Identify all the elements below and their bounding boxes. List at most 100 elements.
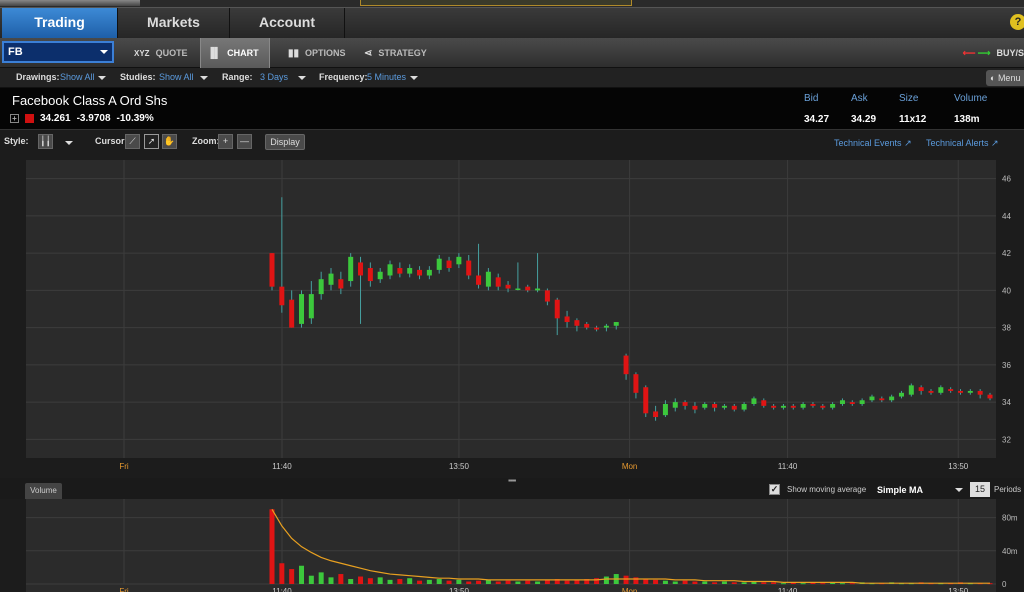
- volume-bar: [446, 580, 452, 584]
- symbol-select[interactable]: FB: [2, 41, 114, 63]
- candle-body: [741, 403, 747, 410]
- candle-body: [387, 264, 393, 276]
- tab-trading[interactable]: Trading: [2, 8, 118, 38]
- volume-bar: [417, 580, 423, 584]
- cursor-label: Cursor:: [95, 136, 128, 146]
- tab-options[interactable]: ▮▮ OPTIONS: [282, 38, 352, 68]
- volume-tab[interactable]: Volume: [25, 483, 62, 499]
- volume-bar: [564, 580, 570, 584]
- volume-bar: [603, 576, 609, 584]
- range-label: Range:: [222, 72, 253, 82]
- help-icon[interactable]: ?: [1010, 14, 1024, 30]
- candle-body: [662, 403, 668, 416]
- candle-body: [751, 398, 757, 404]
- ask-header: Ask: [851, 93, 868, 104]
- display-button[interactable]: Display: [265, 134, 305, 150]
- volume-bar: [426, 579, 432, 584]
- candle-body: [948, 389, 954, 391]
- drawings-label: Drawings:: [16, 72, 60, 82]
- y-tick-label: 38: [1002, 324, 1011, 333]
- zoom-in-button[interactable]: +: [218, 134, 233, 149]
- volume-x-tick-label: 11:40: [272, 587, 292, 592]
- plot-area: [26, 160, 996, 458]
- candle-body: [771, 405, 777, 408]
- menu-button[interactable]: ◐ Menu: [986, 70, 1024, 86]
- candle-body: [476, 275, 482, 285]
- tab-markets[interactable]: Markets: [118, 8, 230, 38]
- tab-strategy-label: STRATEGY: [378, 48, 427, 58]
- technical-events-label: Technical Events: [834, 138, 902, 148]
- volume-bar: [702, 581, 708, 584]
- volume-bar: [367, 578, 373, 584]
- tab-account[interactable]: Account: [230, 8, 345, 38]
- external-link-icon: ↗: [991, 138, 999, 148]
- volume-y-tick-label: 0: [1002, 580, 1007, 589]
- candle-body: [849, 402, 855, 404]
- expand-icon[interactable]: +: [10, 113, 19, 123]
- studies-dropdown[interactable]: Show All: [159, 72, 194, 82]
- drawings-dropdown[interactable]: Show All: [60, 72, 95, 82]
- zoom-out-button[interactable]: —: [237, 134, 252, 149]
- volume-bar: [839, 583, 845, 585]
- volume-bar: [721, 581, 727, 584]
- range-chevron-icon[interactable]: [298, 76, 306, 80]
- candle-body: [417, 269, 423, 276]
- drawings-chevron-icon[interactable]: [98, 76, 106, 80]
- candle-body: [358, 262, 364, 276]
- volume-bar: [318, 572, 324, 584]
- candle-body: [348, 256, 354, 282]
- buy-sell-button[interactable]: ⟵ ⟶ BUY/S: [963, 38, 1024, 68]
- security-name: Facebook Class A Ord Shs: [12, 93, 168, 108]
- volume-bar: [485, 579, 491, 584]
- volume-bar: [741, 582, 747, 584]
- volume-chart[interactable]: 80m 40m 0 Fri 11:40 13:50 Mon 11:40 13:50: [0, 499, 1024, 592]
- candle-body: [918, 387, 924, 391]
- volume-bar: [348, 579, 354, 584]
- tab-strategy[interactable]: ⋖ STRATEGY: [358, 38, 438, 68]
- candle-body: [712, 403, 718, 408]
- volume-bar: [820, 583, 826, 585]
- volume-plot-area: [26, 499, 996, 592]
- style-chevron-icon[interactable]: [65, 141, 73, 145]
- volume-bar: [849, 583, 855, 585]
- sub-toolbar: FB XYZ QUOTE ▐▌ CHART ▮▮ OPTIONS ⋖ STRATEGY …: [0, 38, 1024, 68]
- candle-body: [279, 286, 285, 306]
- technical-events-link[interactable]: Technical Events ↗: [834, 138, 912, 149]
- frequency-chevron-icon[interactable]: [410, 76, 418, 80]
- candle-body: [525, 286, 531, 291]
- tab-quote[interactable]: XYZ QUOTE: [128, 38, 194, 68]
- draw-line-icon[interactable]: ⟋: [125, 134, 140, 149]
- frequency-dropdown[interactable]: 5 Minutes: [367, 72, 406, 82]
- studies-chevron-icon[interactable]: [200, 76, 208, 80]
- hand-icon[interactable]: ✋: [162, 134, 177, 149]
- range-dropdown[interactable]: 3 Days: [260, 72, 288, 82]
- candle-body: [554, 299, 560, 319]
- volume-bar: [338, 574, 344, 584]
- candle-body: [377, 271, 383, 280]
- ma-type-chevron-icon[interactable]: [955, 488, 963, 492]
- pointer-icon[interactable]: ➚: [144, 134, 159, 149]
- volume-panel-header: Volume ✓ Show moving average Simple MA 1…: [0, 481, 1024, 499]
- candle-body: [574, 320, 580, 326]
- candle-body: [584, 323, 590, 328]
- ma-period-input[interactable]: 15: [970, 482, 990, 497]
- quote-header: Facebook Class A Ord Shs +34.261 -3.9708-…: [0, 88, 1024, 130]
- volume-bar: [761, 582, 767, 584]
- candle-body: [515, 288, 521, 291]
- arrow-left-icon: ⟵: [962, 48, 976, 58]
- studies-label: Studies:: [120, 72, 156, 82]
- x-tick-label: 11:40: [778, 462, 798, 471]
- show-ma-checkbox[interactable]: ✓: [769, 484, 780, 495]
- price-chart[interactable]: 32 34 36 38 40 42 44 46 Fri 11:40 13:50 Mon 11:40 13…: [0, 156, 1024, 478]
- ma-type-select[interactable]: Simple MA: [877, 485, 923, 495]
- candle-body: [869, 396, 875, 401]
- technical-alerts-link[interactable]: Technical Alerts ↗: [926, 138, 999, 149]
- volume-y-tick-label: 40m: [1002, 547, 1018, 556]
- volume-bar: [712, 582, 718, 584]
- tab-chart[interactable]: ▐▌ CHART: [200, 38, 270, 68]
- volume-bar: [731, 582, 737, 584]
- volume-y-tick-label: 80m: [1002, 514, 1018, 523]
- candle-body: [328, 273, 334, 285]
- y-tick-label: 36: [1002, 361, 1011, 370]
- candle-style-icon[interactable]: ╽╽: [38, 134, 53, 149]
